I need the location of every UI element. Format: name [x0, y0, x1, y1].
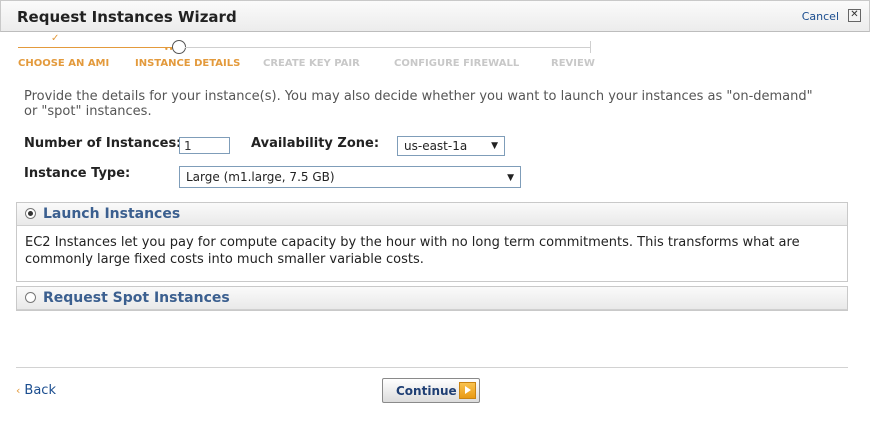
spot-instances-title[interactable]: Request Spot Instances: [43, 290, 230, 306]
launch-instances-panel: Launch Instances EC2 Instances let you p…: [16, 202, 848, 282]
back-link[interactable]: ‹ Back: [16, 383, 56, 398]
zone-select-value: us-east-1a: [404, 139, 468, 153]
spot-instances-radio[interactable]: [25, 292, 36, 303]
footer-divider: [16, 367, 848, 368]
launch-instances-description: EC2 Instances let you pay for compute ca…: [25, 235, 800, 267]
close-icon[interactable]: ✕: [848, 9, 861, 22]
step-create-key-pair: CREATE KEY PAIR: [263, 58, 360, 69]
continue-button[interactable]: Continue: [382, 378, 480, 403]
wizard-title: Request Instances Wizard: [17, 8, 237, 26]
instance-type-value: Large (m1.large, 7.5 GB): [186, 170, 335, 184]
instances-label: Number of Instances:: [24, 136, 182, 151]
step-instance-details: INSTANCE DETAILS: [135, 58, 241, 69]
chevron-down-icon: ▼: [491, 141, 498, 151]
progress-end-tick: [590, 41, 591, 53]
chevron-down-icon: ▼: [507, 173, 514, 183]
wizard-header: Request Instances Wizard Cancel ✕: [0, 0, 870, 32]
step-review: REVIEW: [551, 58, 595, 69]
zone-select[interactable]: us-east-1a ▼: [397, 136, 505, 156]
launch-instances-radio[interactable]: [25, 208, 36, 219]
spot-instances-panel: Request Spot Instances: [16, 286, 848, 311]
zone-label: Availability Zone:: [251, 136, 380, 151]
spot-instances-header[interactable]: Request Spot Instances: [17, 287, 847, 310]
back-label[interactable]: Back: [24, 383, 56, 398]
chevron-left-icon: ‹: [16, 384, 21, 397]
wizard-progress: ✓ •• CHOOSE AN AMI INSTANCE DETAILS CREA…: [18, 33, 595, 76]
progress-track-complete: [18, 47, 173, 48]
play-arrow-icon: [459, 382, 476, 399]
continue-label: Continue: [396, 384, 457, 398]
launch-instances-header[interactable]: Launch Instances: [17, 203, 847, 226]
checkmark-icon: ✓: [51, 33, 60, 44]
progress-track-remaining: [185, 47, 590, 48]
instance-type-select[interactable]: Large (m1.large, 7.5 GB) ▼: [179, 166, 521, 188]
instance-type-label: Instance Type:: [24, 166, 131, 181]
step-configure-firewall: CONFIGURE FIREWALL: [394, 58, 520, 69]
launch-instances-title[interactable]: Launch Instances: [43, 206, 180, 222]
step-choose-ami: CHOOSE AN AMI: [18, 58, 110, 69]
instances-input[interactable]: 1: [179, 137, 230, 154]
cancel-link[interactable]: Cancel: [802, 10, 839, 23]
intro-text: Provide the details for your instance(s)…: [24, 89, 813, 119]
current-step-indicator: [172, 40, 186, 54]
